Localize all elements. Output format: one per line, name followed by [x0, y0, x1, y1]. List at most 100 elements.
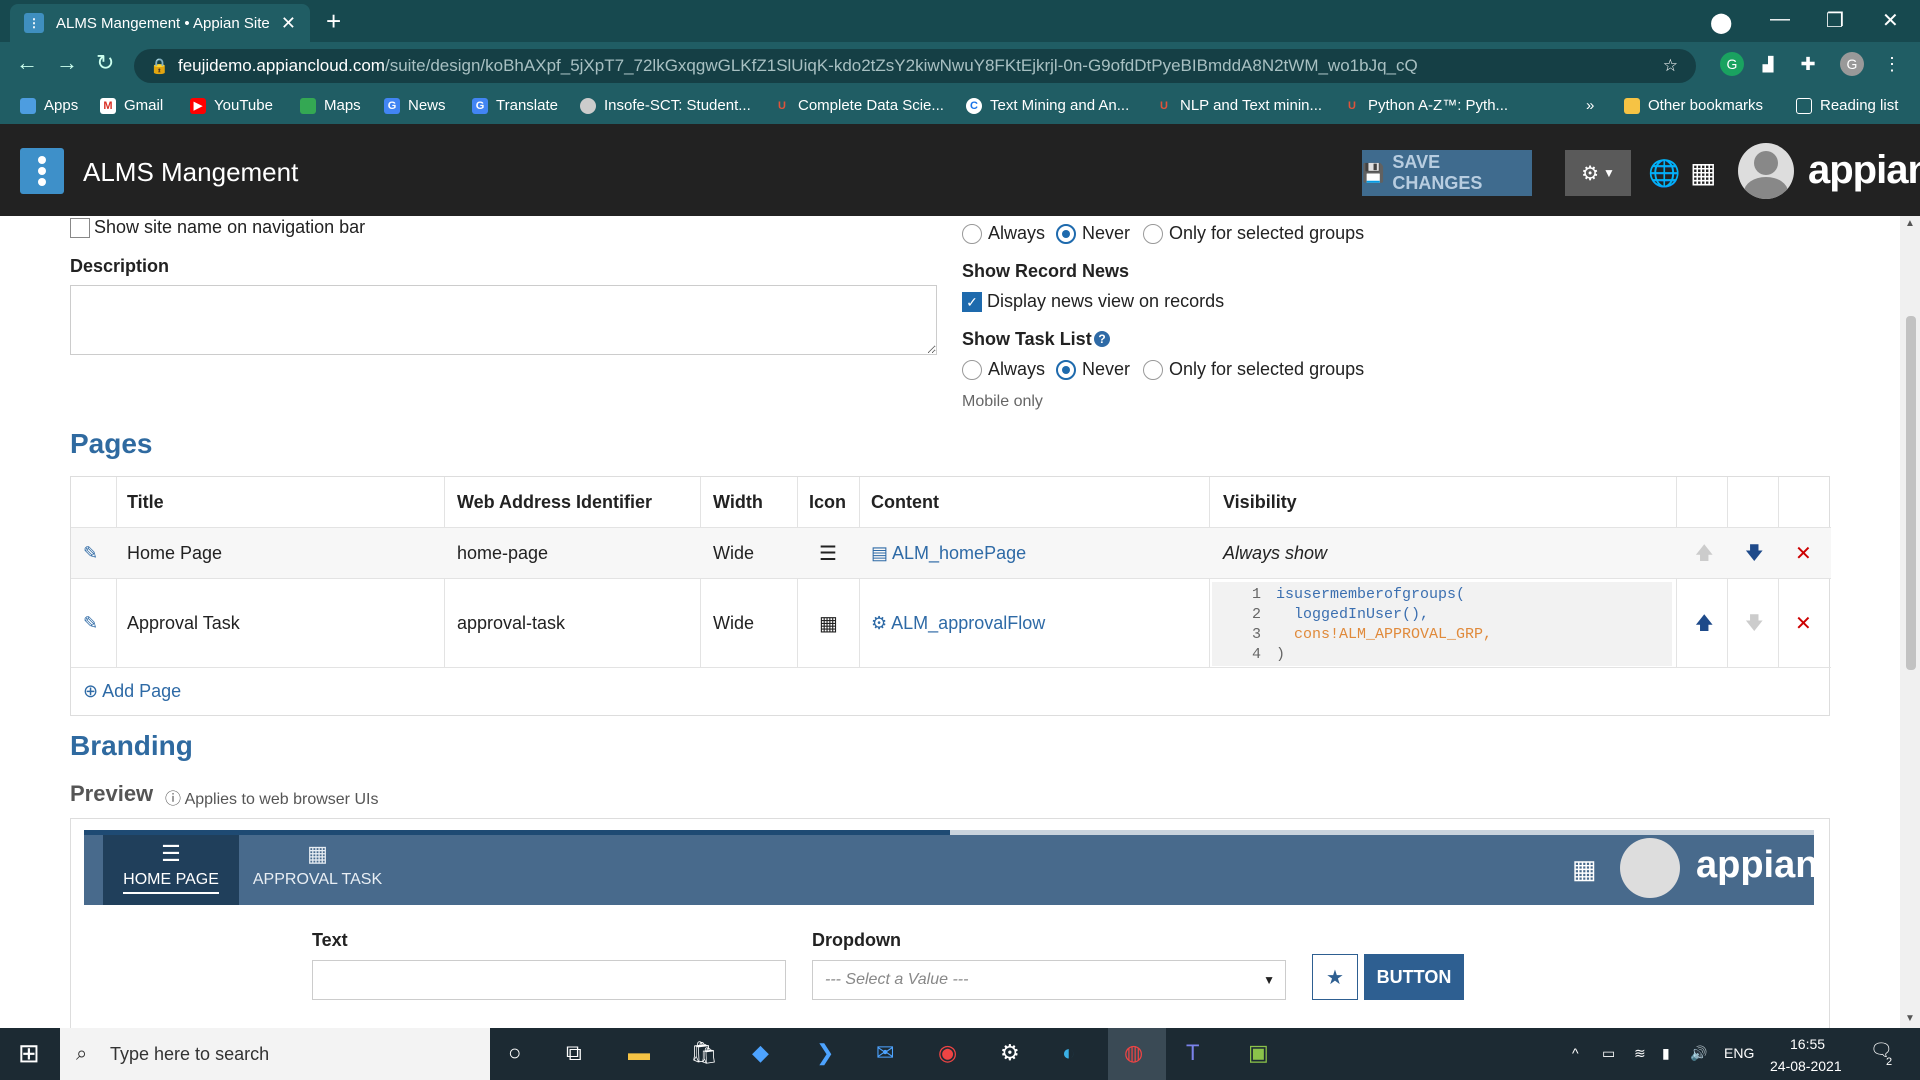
forward-icon[interactable]: → [56, 50, 78, 76]
settings-menu-button[interactable]: ⚙ ▼ [1565, 150, 1631, 196]
teams-icon[interactable]: T [1186, 1040, 1199, 1066]
move-down-icon[interactable]: 🡇 [1745, 541, 1764, 571]
recorder-icon[interactable]: ◉ [938, 1040, 957, 1066]
bookmark-textmining[interactable]: C Text Mining and An... [966, 97, 1129, 114]
scroll-down-icon[interactable]: ▼ [1905, 1013, 1915, 1024]
show-task-list-label: Show Task List [962, 329, 1092, 349]
extension-icon[interactable]: ▟ [1756, 52, 1780, 76]
mobile-only-note: Mobile only [962, 393, 1043, 410]
preview-dropdown[interactable]: --- Select a Value --- ▼ [812, 960, 1286, 1000]
delete-icon[interactable]: ✕ [1795, 541, 1812, 566]
display-news-checkbox[interactable]: ✓ [962, 292, 982, 312]
image-app-icon[interactable]: ▣ [1248, 1040, 1269, 1066]
close-tab-icon[interactable]: ✕ [281, 13, 296, 34]
bookmark-nlp[interactable]: U NLP and Text minin... [1156, 97, 1322, 114]
reload-icon[interactable]: ↻ [96, 50, 114, 76]
save-changes-button[interactable]: 💾 SAVE CHANGES [1362, 150, 1532, 196]
news-always-radio[interactable] [962, 224, 982, 244]
minimize-icon[interactable]: — [1770, 8, 1790, 31]
delete-icon[interactable]: ✕ [1795, 611, 1812, 636]
clock-time[interactable]: 16:55 [1790, 1036, 1825, 1052]
display-news-label: Display news view on records [987, 291, 1225, 311]
content-link[interactable]: ▤ ALM_homePage [871, 543, 1026, 564]
bookmark-apps[interactable]: Apps [20, 97, 78, 114]
bookmark-datascience[interactable]: U Complete Data Scie... [774, 97, 944, 114]
visibility-expression-editor[interactable]: 1 isusermemberofgroups( 2 loggedInUser()… [1212, 582, 1672, 666]
row-web-id: approval-task [457, 613, 566, 633]
taskbar-search-box[interactable]: ⌕ Type here to search [60, 1028, 490, 1080]
grammarly-extension-icon[interactable]: G [1720, 52, 1744, 76]
notification-count: 2 [1886, 1056, 1893, 1068]
new-tab-icon[interactable]: + [326, 6, 341, 37]
url-path: /suite/design/koBhAXpf_5jXpT7_72lkGxqgwG… [384, 56, 1418, 75]
news-never-radio[interactable] [1056, 224, 1076, 244]
battery-icon[interactable]: ▮ [1662, 1045, 1670, 1062]
task-selected-groups-radio[interactable] [1143, 360, 1163, 380]
bookmark-news[interactable]: G News [384, 97, 446, 114]
volume-icon[interactable]: 🔊 [1690, 1045, 1707, 1062]
tray-overflow-icon[interactable]: ^ [1572, 1045, 1579, 1061]
navigation-grid-icon[interactable]: ▦ [1690, 156, 1716, 189]
scrollbar-thumb[interactable] [1906, 316, 1916, 670]
task-always-radio[interactable] [962, 360, 982, 380]
settings-gear-icon[interactable]: ⚙ [1000, 1040, 1020, 1066]
bookmark-gmail[interactable]: M Gmail [100, 97, 163, 114]
file-explorer-icon[interactable]: ▬ [628, 1040, 650, 1066]
move-down-icon: 🡇 [1745, 613, 1764, 633]
browser-menu-icon[interactable]: ⋮ [1880, 52, 1904, 76]
add-page-link[interactable]: ⊕ Add Page [83, 681, 181, 702]
preview-button[interactable]: BUTTON [1364, 954, 1464, 1000]
address-bar[interactable]: 🔒 feujidemo.appiancloud.com/suite/design… [134, 49, 1696, 83]
bookmark-youtube[interactable]: ▶ YouTube [190, 97, 273, 114]
folder-icon [1624, 97, 1640, 114]
maximize-icon[interactable]: ❐ [1826, 8, 1844, 33]
news-selected-groups-radio[interactable] [1143, 224, 1163, 244]
bookmark-translate[interactable]: G Translate [472, 97, 558, 114]
bookmark-insofe[interactable]: Insofe-SCT: Student... [580, 97, 751, 114]
browser-tab[interactable]: ⋮ ALMS Mangement • Appian Site ✕ [10, 4, 310, 42]
edit-icon[interactable]: ✎ [83, 543, 98, 564]
windows-start-icon[interactable]: ⊞ [18, 1038, 40, 1069]
col-visibility: Visibility [1223, 492, 1297, 512]
vscode-icon[interactable]: ❯ [816, 1040, 834, 1066]
bookmark-python[interactable]: U Python A-Z™: Pyth... [1344, 97, 1508, 114]
edit-icon[interactable]: ✎ [83, 613, 98, 634]
other-bookmarks[interactable]: Other bookmarks [1624, 97, 1763, 114]
star-icon: ★ [1326, 966, 1344, 989]
description-textarea[interactable] [70, 285, 937, 355]
bookmarks-overflow[interactable]: » [1586, 97, 1594, 114]
user-avatar[interactable] [1738, 143, 1794, 199]
profile-dropdown-icon[interactable]: ⬤ [1710, 10, 1732, 35]
wifi-icon[interactable]: ≋ [1634, 1045, 1646, 1062]
profile-avatar-icon[interactable]: G [1840, 52, 1864, 76]
preview-tab-home[interactable]: ☰ HOME PAGE [103, 835, 239, 905]
task-never-radio[interactable] [1056, 360, 1076, 380]
show-site-name-checkbox[interactable] [70, 218, 90, 238]
row-title: Approval Task [127, 613, 240, 633]
store-icon[interactable]: 🛍 [690, 1040, 718, 1066]
globe-search-icon[interactable]: 🌐 [1648, 158, 1680, 189]
help-icon[interactable]: ? [1094, 331, 1110, 347]
back-icon[interactable]: ← [16, 50, 38, 76]
meet-now-icon[interactable]: ▭ [1602, 1045, 1615, 1062]
chrome-icon[interactable]: ◍ [1124, 1040, 1143, 1066]
extensions-puzzle-icon[interactable]: ✚ [1796, 52, 1820, 76]
bookmark-maps[interactable]: Maps [300, 97, 361, 114]
dropbox-icon[interactable]: ◆ [752, 1040, 769, 1066]
news-always-label: Always [988, 223, 1046, 243]
task-view-icon[interactable]: ⧉ [566, 1040, 582, 1066]
bookmark-star-icon[interactable]: ☆ [1663, 56, 1678, 76]
scroll-up-icon[interactable]: ▲ [1905, 218, 1915, 229]
language-indicator[interactable]: ENG [1724, 1045, 1754, 1061]
edge-icon[interactable]: ◐ [1062, 1040, 1075, 1066]
preview-star-button[interactable]: ★ [1312, 954, 1358, 1000]
mail-icon[interactable]: ✉ [876, 1040, 894, 1066]
close-window-icon[interactable]: ✕ [1882, 8, 1899, 33]
clock-date[interactable]: 24-08-2021 [1770, 1058, 1842, 1074]
reading-list[interactable]: Reading list [1796, 97, 1898, 114]
cortana-icon[interactable]: ○ [508, 1040, 521, 1066]
move-up-icon[interactable]: 🡅 [1695, 611, 1714, 641]
content-link[interactable]: ⚙ ALM_approvalFlow [871, 613, 1045, 634]
preview-tab-approval[interactable]: ▦ APPROVAL TASK [245, 835, 390, 905]
preview-text-input[interactable] [312, 960, 786, 1000]
